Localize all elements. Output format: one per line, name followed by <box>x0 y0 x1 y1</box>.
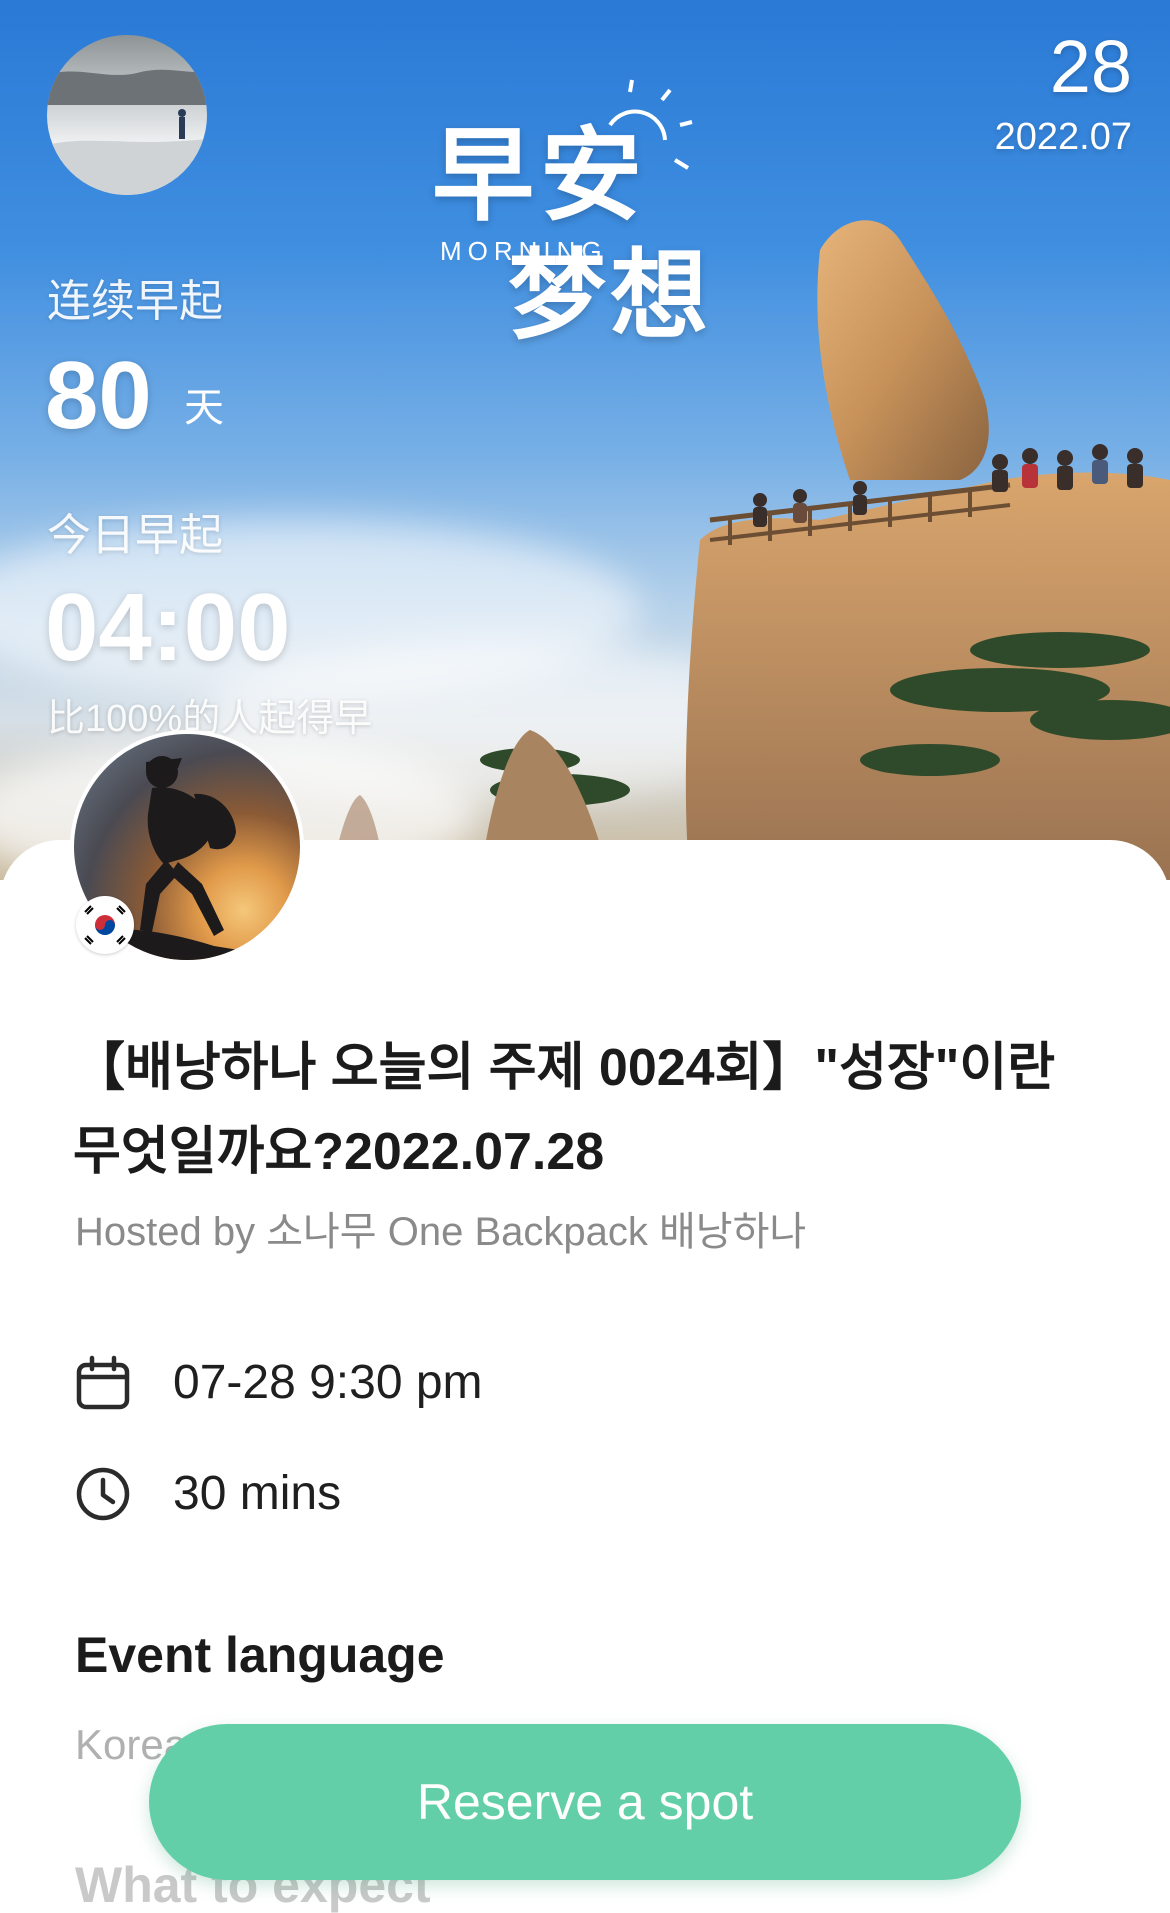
event-date-row: 07-28 9:30 pm <box>75 1355 483 1411</box>
streak-unit: 天 <box>184 386 224 430</box>
reserve-spot-button[interactable]: Reserve a spot <box>149 1724 1021 1880</box>
today-label: 今日早起 <box>47 511 223 560</box>
logo-text-top: 早安 <box>432 119 648 233</box>
today-time: 04:00 <box>45 574 291 681</box>
date-day: 28 <box>1049 25 1132 108</box>
calendar-icon <box>75 1355 131 1411</box>
logo-text-bottom: 梦想 <box>508 240 713 350</box>
event-language-heading: Event language <box>75 1627 445 1683</box>
event-title: 【배낭하나 오늘의 주제 0024회】"성장"이란 무엇일까요?2022.07.… <box>73 1039 1056 1181</box>
event-duration: 30 mins <box>173 1467 342 1520</box>
streak-label: 连续早起 <box>47 277 223 326</box>
streak-value: 80 <box>45 342 152 449</box>
event-duration-row: 30 mins <box>75 1466 341 1522</box>
event-date-time: 07-28 9:30 pm <box>173 1356 483 1409</box>
korea-flag-icon <box>76 896 134 954</box>
date-month: 2022.07 <box>994 116 1132 158</box>
hosted-by-text[interactable]: Hosted by 소나무 One Backpack 배낭하나 <box>75 1212 806 1252</box>
lake-photo <box>47 69 207 195</box>
clock-icon <box>75 1466 131 1522</box>
profile-avatar[interactable] <box>47 35 207 195</box>
